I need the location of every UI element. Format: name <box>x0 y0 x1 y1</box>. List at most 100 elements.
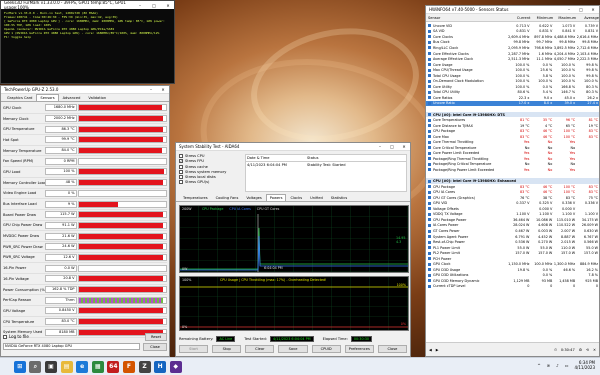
gpuz-icon[interactable]: Z <box>138 360 151 373</box>
log-checkbox[interactable] <box>3 334 7 339</box>
tab-validation[interactable]: Validation <box>84 94 110 101</box>
sensor-row[interactable]: Package/Ring Power Limit Exceeded Yes No Ye… <box>426 167 599 173</box>
search-icon[interactable]: ⌕ <box>29 360 42 373</box>
col-sensor[interactable]: Sensor <box>426 16 508 20</box>
sensor-row[interactable]: VDDQ TX Voltage 1.100 V 1.100 V 1.100 V 1.10… <box>426 212 599 218</box>
col-minimum[interactable]: Minimum <box>530 16 554 20</box>
sensor-row[interactable]: On-Demand Clock Modulation 100.0 % 100.0 %… <box>426 78 599 84</box>
sensor-row[interactable]: Core Power Limit Exceeded Yes No Yes <box>426 151 599 157</box>
sensor-row[interactable]: GPU Clock 1,150.0 MHz 100.0 MHz 1,300.0 MHz… <box>426 262 599 268</box>
tab-clocks[interactable]: Clocks <box>286 194 306 201</box>
sensor-row[interactable]: Max CPU/Thread Usage 100.0 % 25.6 % 100.0 %… <box>426 67 599 73</box>
sensor-row[interactable]: GPU VID 0.337 V 0.325 V 0.336 V 0.336 V <box>426 201 599 207</box>
sensor-row[interactable]: Bus Clock 99.8 MHz 99.7 MHz 99.8 MHz 99.8 MH… <box>426 40 599 46</box>
stress-option[interactable]: Stress GPU(s) <box>179 180 241 185</box>
stress-checkbox[interactable] <box>179 180 183 185</box>
volume-icon[interactable]: ♪ <box>556 363 559 368</box>
tab-powers[interactable]: Powers <box>265 194 287 201</box>
sensor-row[interactable]: GPU D3D Usage 19.8 % 0.0 % 46.6 % 16.2 % <box>426 267 599 273</box>
nav-right-icon[interactable]: ▶ <box>436 348 439 352</box>
sensor-row[interactable]: Core Critical Temperature No No No <box>426 145 599 151</box>
tab-statistics[interactable]: Statistics <box>327 194 351 201</box>
tab-cooling-fans[interactable]: Cooling Fans <box>212 194 243 201</box>
hwinfo-window[interactable]: HWiNFO64 v7.40-5000 - Sensors Status – □ ✕… <box>425 5 600 357</box>
aida-titlebar[interactable]: System Stability Test - AIDA64 – □ ✕ <box>176 143 410 151</box>
sensor-row[interactable]: Ring/LLC Clock 2,095.9 MHz 798.6 MHz 3,892.… <box>426 45 599 51</box>
gpu-select[interactable]: NVIDIA GeForce RTX 4080 Laptop GPU <box>3 343 140 350</box>
gpuz-titlebar[interactable]: TechPowerUp GPU-Z 2.53.0 – ✕ <box>1 86 169 94</box>
save-button[interactable]: Save <box>278 345 308 353</box>
sensor-row[interactable]: Uncore Ratio 17.0 x 8.0 x 39.0 x 27.4 x <box>426 100 599 107</box>
sensor-row[interactable]: Rest-of-Chip Power 0.536 W 0.270 W 2.015 W 0… <box>426 239 599 245</box>
sensor-row[interactable]: Average Effective Clock 2,511.3 MHz 11.1 M… <box>426 56 599 62</box>
close-icon[interactable]: ✕ <box>590 7 596 12</box>
tab-temperatures[interactable]: Temperatures <box>179 194 212 201</box>
furmark-titlebar[interactable]: Geeks3D FurMark v1.33.0.0 - 39FPS, GPU1 … <box>1 1 174 10</box>
reset-button[interactable]: Reset <box>145 332 167 341</box>
stop-button[interactable]: Stop <box>212 345 242 353</box>
stress-checkbox[interactable]: ✓ <box>179 159 183 164</box>
file-explorer-icon[interactable]: ▤ <box>60 360 73 373</box>
maximize-icon[interactable]: □ <box>389 144 395 149</box>
start-button[interactable]: Start <box>179 345 209 353</box>
stress-option[interactable]: Stress cache <box>179 164 241 169</box>
tab-voltages[interactable]: Voltages <box>242 194 265 201</box>
minimize-icon[interactable]: – <box>137 3 143 8</box>
aida64-icon[interactable]: 64 <box>107 360 120 373</box>
stress-checkbox[interactable] <box>179 175 183 180</box>
battery-icon[interactable]: ▭ <box>565 363 569 368</box>
stress-checkbox[interactable] <box>179 169 183 174</box>
close-icon[interactable]: ✕ <box>160 87 166 92</box>
minimize-icon[interactable]: – <box>566 7 572 12</box>
sensor-row[interactable]: Core Thermal Throttling Yes No Yes <box>426 139 599 145</box>
reset-icon[interactable]: ⟲ <box>586 348 589 352</box>
store-icon[interactable]: ▦ <box>91 360 104 373</box>
start-icon[interactable]: ⊞ <box>13 360 26 373</box>
minimize-icon[interactable]: – <box>148 87 154 92</box>
settings-icon[interactable]: ⚙ <box>579 348 582 352</box>
clock[interactable]: 6:34 PM 4/11/2023 <box>574 360 595 370</box>
preferences-button[interactable]: Preferences <box>344 345 374 353</box>
edge-icon[interactable]: e <box>76 360 89 373</box>
sensor-row[interactable]: Total CPU Utility 80.6 % 5.4 % 146.7 % 80.3 … <box>426 90 599 96</box>
sensor-row[interactable]: CPU GT Cores (Graphics) 76 °C 38 °C 83 °C 75… <box>426 195 599 201</box>
sensor-group-header[interactable]: CPU [#0]: Intel Core i9-13980HX: Enhance… <box>426 178 599 184</box>
close-button[interactable]: Close <box>377 345 407 353</box>
close-icon[interactable]: ✕ <box>593 348 596 352</box>
tab-unified[interactable]: Unified <box>306 194 327 201</box>
aida64-window[interactable]: System Stability Test - AIDA64 – □ ✕ Stres… <box>175 142 411 357</box>
sensor-row[interactable]: GPU D3D Memory Dynamic 1,129 MB 93 MB 1,458… <box>426 278 599 284</box>
stress-option[interactable]: Stress CPU <box>179 154 241 158</box>
clear-button[interactable]: Clear <box>245 345 275 353</box>
sensor-group-header[interactable]: CPU [#0]: Intel Core i9-13980HX: DTS <box>426 111 599 118</box>
sensor-row[interactable]: Current cTDP Level 0 0 0 0 <box>426 284 599 290</box>
sensor-row[interactable]: Core Usage 100.0 % 0.0 % 100.0 % 99.8 % <box>426 62 599 68</box>
hwinfo-titlebar[interactable]: HWiNFO64 v7.40-5000 - Sensors Status – □ ✕ <box>426 6 599 14</box>
tab-graphics-card[interactable]: Graphics Card <box>3 94 36 101</box>
sensor-row[interactable]: CPU Package 83 °C 46 °C 100 °C 83 °C <box>426 184 599 190</box>
tab-sensors[interactable]: Sensors <box>36 94 59 101</box>
stress-option[interactable]: Stress system memory <box>179 169 241 174</box>
maximize-icon[interactable]: □ <box>151 3 157 8</box>
sensor-row[interactable]: Core Utility 100.0 % 0.0 % 166.8 % 80.3 % <box>426 84 599 90</box>
sensor-row[interactable]: Core Distance to TjMAX 19 °C 4 °C 65 °C 19 °… <box>426 123 599 129</box>
wifi-icon[interactable]: ≋ <box>547 363 550 368</box>
nav-left-icon[interactable]: ◀ <box>429 348 432 352</box>
tab-advanced[interactable]: Advanced <box>59 94 85 101</box>
close-icon[interactable]: ✕ <box>165 3 171 8</box>
sensor-row[interactable]: Uncore VID 0.713 V 0.622 V 1.073 V 0.739 V <box>426 23 599 29</box>
sensor-row[interactable]: CPU Package Power 36.464 W 10.086 W 115.010… <box>426 217 599 223</box>
sensor-row[interactable]: Package/Ring Thermal Throttling Yes No Yes <box>426 156 599 162</box>
maximize-icon[interactable]: □ <box>578 7 584 12</box>
furmark-icon[interactable]: F <box>122 360 135 373</box>
stress-checkbox[interactable] <box>179 154 183 158</box>
app-icon[interactable]: ◆ <box>169 360 182 373</box>
minimize-icon[interactable]: – <box>377 144 383 149</box>
sensor-row[interactable]: Core Max 83 °C 46 °C 100 °C 83 °C <box>426 134 599 140</box>
sensor-row[interactable]: PL2 Power Limit 157.0 W 157.0 W 157.0 W 157.… <box>426 250 599 256</box>
close-icon[interactable]: ✕ <box>401 144 407 149</box>
gpuz-window[interactable]: TechPowerUp GPU-Z 2.53.0 – ✕ Graphics Car… <box>0 85 170 357</box>
sensor-row[interactable]: IA Cores Power 28.024 W 4.608 W 110.522 W 26… <box>426 223 599 229</box>
stress-option[interactable]: Stress local disks <box>179 175 241 180</box>
stress-checkbox[interactable] <box>179 164 183 169</box>
